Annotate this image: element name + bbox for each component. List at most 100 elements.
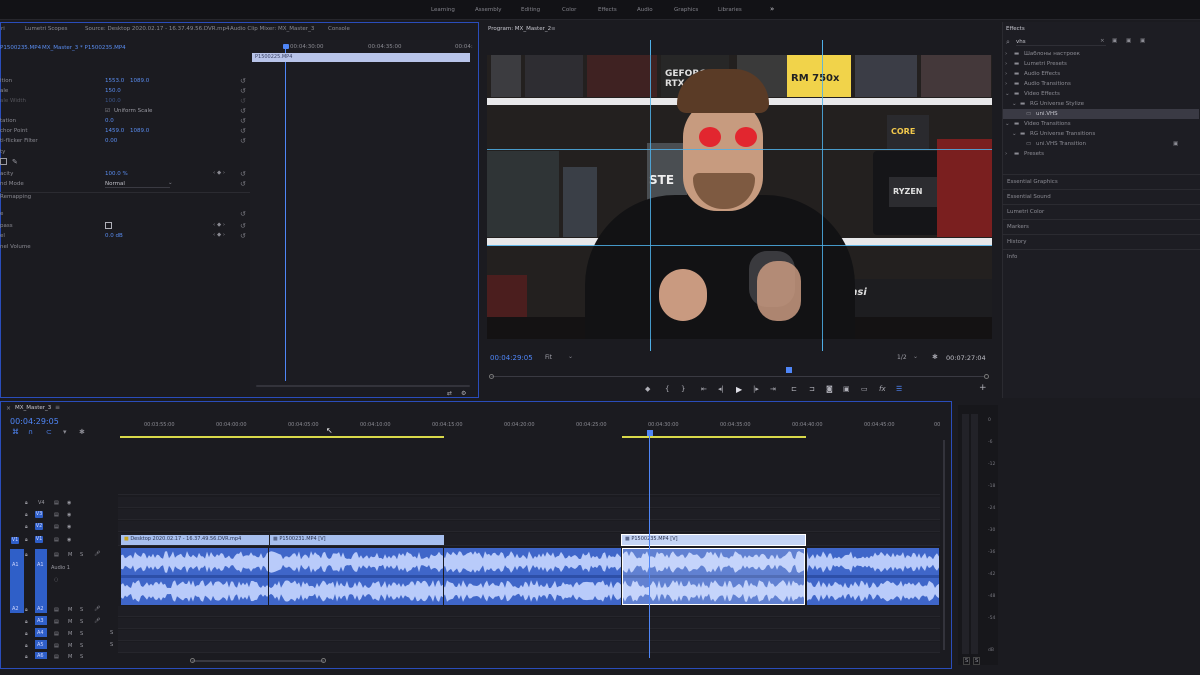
reset-icon[interactable]: ↺ — [240, 232, 246, 240]
solo-button[interactable]: S — [80, 619, 83, 625]
mute-button[interactable]: M — [68, 607, 72, 613]
expand-icon[interactable]: › — [1005, 81, 1007, 87]
source-patch-a1[interactable] — [10, 549, 24, 612]
more-workspaces-icon[interactable]: » — [770, 5, 774, 13]
microphone-icon[interactable]: 🎤︎ — [94, 618, 100, 624]
keyframe-nav-icon[interactable]: ‹ ◆ › — [213, 232, 225, 238]
src-scrollbar[interactable] — [256, 385, 470, 387]
resolution-select[interactable]: 1/2 — [897, 354, 907, 361]
go-to-in-icon[interactable]: ⇤ — [701, 385, 707, 393]
video-track-v4[interactable] — [118, 497, 940, 508]
timeline-timecode[interactable]: 00:04:29:05 — [10, 417, 59, 426]
timeline-scrollbar[interactable] — [192, 660, 324, 662]
scroll-handle[interactable] — [984, 374, 989, 379]
collapse-icon[interactable]: ⌄ — [1005, 121, 1010, 127]
reset-icon[interactable]: ↺ — [240, 97, 246, 105]
bypass-checkbox[interactable] — [105, 222, 112, 229]
video-frame[interactable]: GEFORCE RTX RM 750x STE CORE RYZEN msi — [487, 55, 992, 339]
reset-icon[interactable]: ↺ — [240, 87, 246, 95]
expand-icon[interactable]: › — [1005, 151, 1007, 157]
audio-clip-region[interactable] — [121, 548, 939, 605]
meter-solo-right[interactable]: S — [973, 657, 981, 665]
lock-icon[interactable]: 🔒︎ — [25, 537, 28, 543]
fx-icon[interactable]: fx — [879, 385, 886, 393]
audio-track-a3[interactable] — [118, 606, 940, 617]
tab-effect-controls[interactable]: ri — [1, 26, 5, 32]
settings-wrench-icon[interactable]: ✱ — [932, 353, 938, 361]
sync-lock-icon[interactable]: ▤ — [54, 619, 59, 625]
tab-source[interactable]: Source: Desktop 2020.02.17 - 16.37.49.56… — [85, 26, 230, 32]
play-icon[interactable]: ▶ — [736, 385, 742, 394]
camera-icon[interactable]: ◙ — [826, 385, 833, 393]
panel-menu-icon[interactable]: ≡ — [55, 404, 60, 411]
pen-mask-icon[interactable]: ✎ — [12, 158, 18, 166]
sync-lock-icon[interactable]: ▤ — [54, 552, 59, 558]
reset-icon[interactable]: ↺ — [240, 222, 246, 230]
mute-button[interactable]: M — [68, 654, 72, 660]
effects-item[interactable]: Lumetri Presets — [1024, 61, 1067, 67]
microphone-icon[interactable]: 🎤︎ — [94, 551, 100, 557]
accelerated-filter-icon[interactable]: ▣ — [1112, 38, 1117, 44]
panel-menu-icon[interactable]: ≡ — [551, 26, 556, 32]
workspace-libraries[interactable]: Libraries — [718, 7, 742, 13]
empty-track-area[interactable] — [118, 440, 940, 495]
reset-icon[interactable]: ↺ — [240, 77, 246, 85]
workspace-audio[interactable]: Audio — [637, 7, 653, 13]
keyframe-nav-icon[interactable]: ‹ ◆ › — [213, 222, 225, 228]
rectangle-mask-icon[interactable] — [0, 158, 7, 165]
lock-icon[interactable]: 🔒︎ — [25, 631, 28, 637]
volume-icon[interactable]: ◌ — [54, 577, 58, 583]
src-playhead-handle[interactable] — [283, 44, 289, 49]
tab-console[interactable]: Console — [328, 26, 350, 32]
guides-icon[interactable]: ☰ — [896, 385, 902, 393]
mark-in-icon[interactable]: { — [665, 385, 669, 393]
audio-track-a4[interactable] — [118, 618, 940, 629]
sequence-tab[interactable]: MX_Master_3 * P1500235.MP4 — [42, 45, 126, 51]
eye-icon[interactable]: ◉ — [67, 537, 71, 543]
lock-icon[interactable]: 🔒︎ — [25, 607, 28, 613]
source-patch-v1[interactable]: V1 — [11, 537, 19, 544]
audio-track-a5[interactable] — [118, 630, 940, 641]
section-info[interactable]: Info — [1002, 249, 1200, 264]
video-track-v3[interactable] — [118, 509, 940, 520]
lift-icon[interactable]: ⊏ — [791, 385, 797, 393]
video-clip[interactable]: ■ Desktop 2020.02.17 - 16.37.49.56.DVR.m… — [121, 535, 269, 545]
expand-icon[interactable]: › — [1005, 51, 1007, 57]
effects-item[interactable]: Presets — [1024, 151, 1044, 157]
src-clip[interactable]: P1500225.MP4 — [252, 53, 470, 62]
collapse-icon[interactable]: ⌄ — [1012, 131, 1017, 137]
lock-icon[interactable]: 🔒︎ — [25, 654, 28, 660]
mute-button[interactable]: M — [68, 619, 72, 625]
sync-lock-icon[interactable]: ▤ — [54, 631, 59, 637]
solo-button[interactable]: S — [80, 631, 83, 637]
chevron-down-icon[interactable]: ⌄ — [168, 180, 173, 186]
tab-lumetri-scopes[interactable]: Lumetri Scopes — [25, 26, 68, 32]
mark-out-icon[interactable]: } — [681, 385, 685, 393]
tab-audio-clip-mixer[interactable]: Audio Clip Mixer: MX_Master_3 — [230, 26, 314, 32]
scroll-handle[interactable] — [190, 658, 195, 663]
reset-icon[interactable]: ↺ — [240, 127, 246, 135]
mute-button[interactable]: M — [68, 552, 72, 558]
program-scrubber[interactable] — [491, 376, 985, 377]
effects-item[interactable]: RG Universe Stylize — [1030, 101, 1084, 107]
eye-icon[interactable]: ◉ — [67, 512, 71, 518]
sync-lock-icon[interactable]: ▤ — [54, 524, 59, 530]
workspace-color[interactable]: Color — [562, 7, 576, 13]
add-marker-icon[interactable]: ▾ — [63, 428, 67, 436]
workspace-effects[interactable]: Effects — [598, 7, 617, 13]
effects-item[interactable]: uni.VHS — [1036, 111, 1058, 117]
reset-icon[interactable]: ↺ — [240, 210, 246, 218]
sync-lock-icon[interactable]: ▤ — [54, 512, 59, 518]
video-clip[interactable]: ■ P1500231.MP4 [V] — [270, 535, 444, 545]
lock-icon[interactable]: 🔒︎ — [25, 552, 28, 558]
linked-selection-icon[interactable]: ⊂ — [46, 428, 52, 436]
close-tab-icon[interactable]: × — [6, 405, 11, 412]
settings-icon[interactable]: ⚙ — [461, 390, 466, 397]
lock-icon[interactable]: 🔒︎ — [25, 512, 28, 518]
timeline-settings-icon[interactable]: ✱ — [79, 428, 85, 436]
sync-lock-icon[interactable]: ▤ — [54, 500, 59, 506]
track-label[interactable]: V3 — [35, 511, 43, 518]
track-label[interactable]: V2 — [35, 523, 43, 530]
export-frame-icon[interactable]: ⇄ — [447, 390, 452, 397]
step-back-icon[interactable]: ◂| — [718, 385, 724, 393]
